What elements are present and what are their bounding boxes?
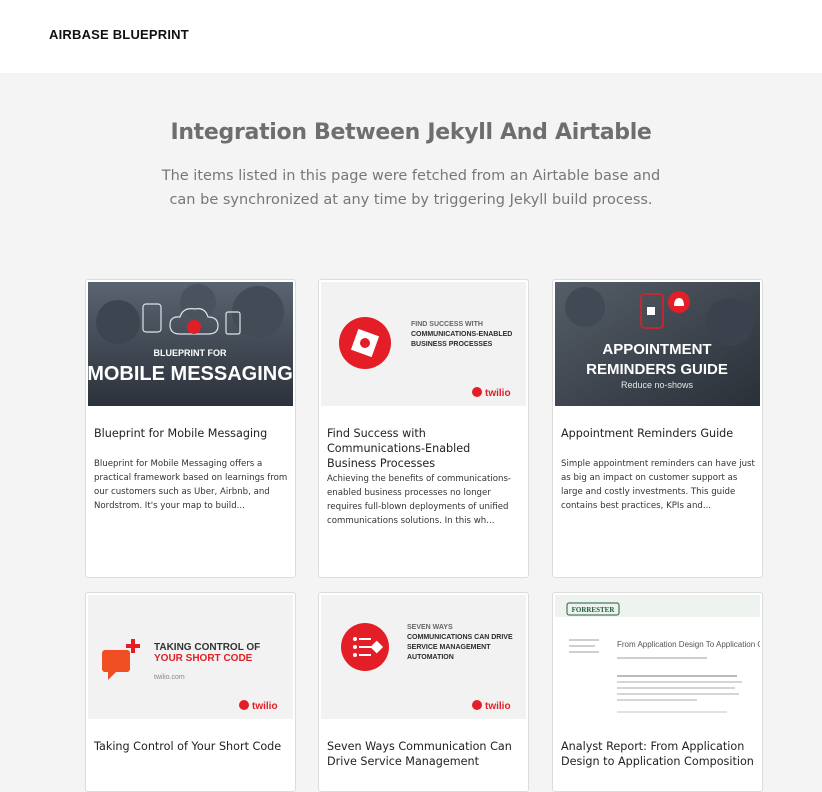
forrester-logo: FORRESTER: [572, 606, 616, 614]
thumb-line4: AUTOMATION: [407, 654, 454, 661]
brand-link[interactable]: AIRBASE BLUEPRINT: [49, 27, 189, 42]
thumb-line3: SERVICE MANAGEMENT: [407, 644, 491, 651]
card-title[interactable]: Blueprint for Mobile Messaging: [94, 426, 289, 441]
card-description: Blueprint for Mobile Messaging offers a …: [94, 459, 288, 511]
thumb-line1: BLUEPRINT FOR: [154, 348, 227, 358]
card-blueprint-mobile-messaging[interactable]: BLUEPRINT FOR MOBILE MESSAGING Blueprint…: [85, 279, 296, 578]
thumb-line2: YOUR SHORT CODE: [154, 653, 253, 664]
thumb-line2: REMINDERS GUIDE: [586, 361, 728, 378]
card-short-code[interactable]: TAKING CONTROL OF YOUR SHORT CODE twilio…: [85, 592, 296, 792]
card-title[interactable]: Appointment Reminders Guide: [561, 426, 756, 441]
card-thumbnail[interactable]: SEVEN WAYS COMMUNICATIONS CAN DRIVE SERV…: [321, 595, 526, 719]
thumb-line1: TAKING CONTROL OF: [154, 642, 260, 653]
card-thumbnail[interactable]: APPOINTMENT REMINDERS GUIDE Reduce no-sh…: [555, 282, 760, 406]
card-thumbnail[interactable]: FORRESTER From Application Design To App…: [555, 595, 760, 719]
twilio-logo: twilio: [485, 388, 511, 399]
thumb-line3: twilio.com: [154, 674, 185, 681]
thumb-line2: COMMUNICATIONS CAN DRIVE: [407, 634, 513, 641]
thumb-line2: MOBILE MESSAGING: [88, 363, 293, 385]
card-appointment-reminders[interactable]: APPOINTMENT REMINDERS GUIDE Reduce no-sh…: [552, 279, 763, 578]
thumb-line1: FIND SUCCESS WITH: [411, 321, 483, 328]
thumb-line3: BUSINESS PROCESSES: [411, 341, 493, 348]
top-navigation-bar: AIRBASE BLUEPRINT: [0, 0, 822, 73]
card-seven-ways[interactable]: SEVEN WAYS COMMUNICATIONS CAN DRIVE SERV…: [318, 592, 529, 792]
thumb-line2: COMMUNICATIONS-ENABLED: [411, 331, 512, 338]
thumb-line1: APPOINTMENT: [602, 341, 711, 358]
report-heading: From Application Design To Application C…: [617, 640, 760, 649]
card-title[interactable]: Find Success with Communications-Enabled…: [327, 426, 522, 471]
page-title: Integration Between Jekyll And Airtable: [170, 120, 652, 145]
card-find-success[interactable]: FIND SUCCESS WITH COMMUNICATIONS-ENABLED…: [318, 279, 529, 578]
twilio-logo: twilio: [485, 701, 511, 712]
thumb-line1: SEVEN WAYS: [407, 624, 453, 631]
card-description: Simple appointment reminders can have ju…: [561, 459, 755, 511]
page-subtitle: The items listed in this page were fetch…: [161, 168, 661, 208]
card-title[interactable]: Seven Ways Communication Can Drive Servi…: [327, 739, 522, 769]
twilio-logo: twilio: [252, 701, 278, 712]
card-title[interactable]: Taking Control of Your Short Code: [94, 739, 289, 754]
card-thumbnail[interactable]: FIND SUCCESS WITH COMMUNICATIONS-ENABLED…: [321, 282, 526, 406]
card-title[interactable]: Analyst Report: From Application Design …: [561, 739, 756, 769]
card-analyst-report[interactable]: FORRESTER From Application Design To App…: [552, 592, 763, 792]
card-thumbnail[interactable]: TAKING CONTROL OF YOUR SHORT CODE twilio…: [88, 595, 293, 719]
card-thumbnail[interactable]: BLUEPRINT FOR MOBILE MESSAGING: [88, 282, 293, 406]
card-description: Achieving the benefits of communications…: [327, 474, 512, 526]
thumb-line3: Reduce no-shows: [621, 380, 694, 390]
